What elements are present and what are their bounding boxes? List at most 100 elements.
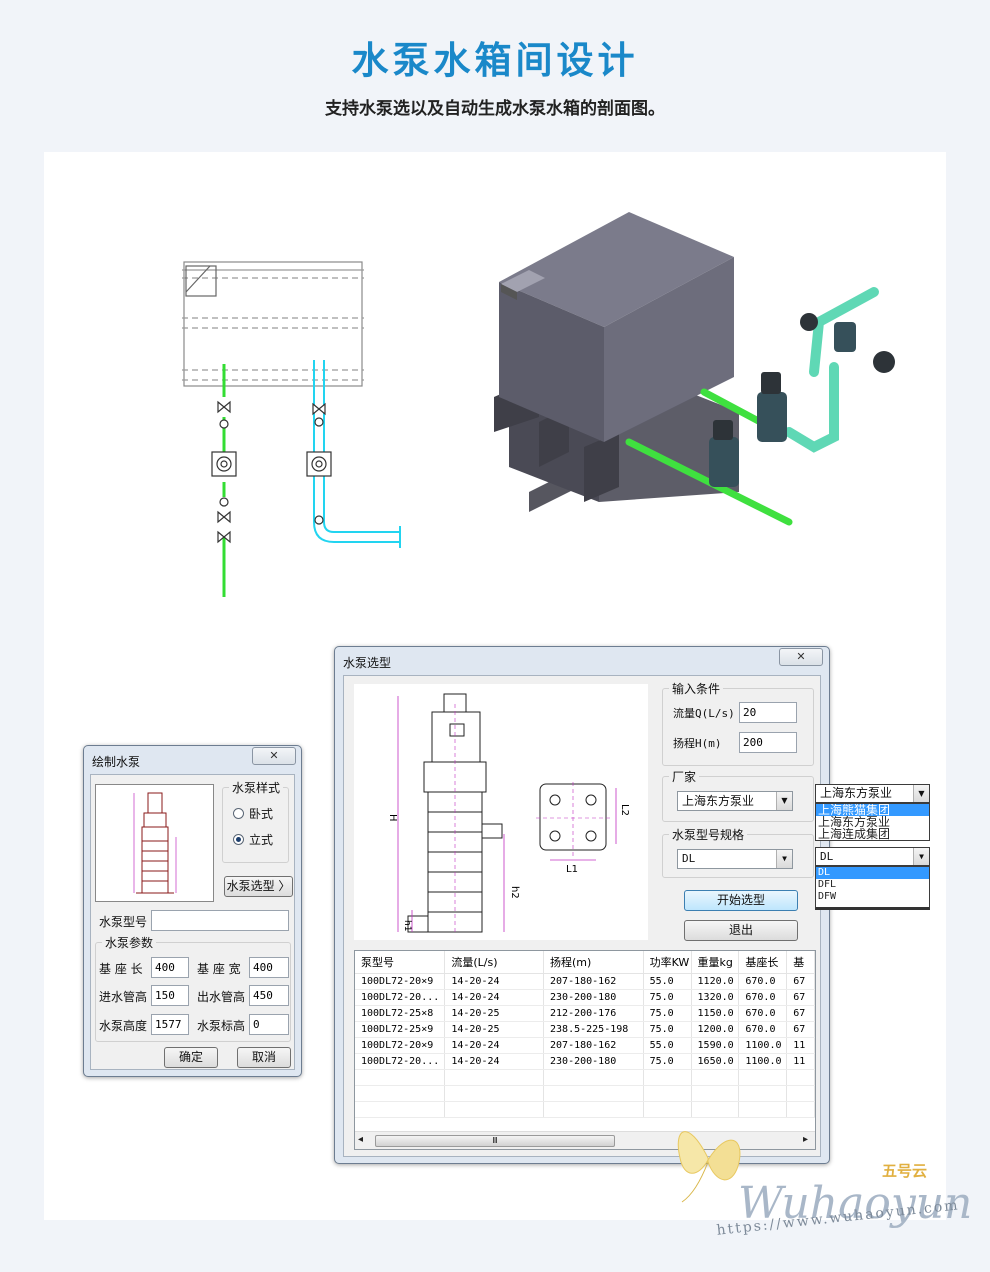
scroll-right-icon[interactable]: ▸ [803, 1134, 808, 1145]
table-cell: 238.5-225-198 [543, 1021, 644, 1038]
table-cell: 100DL72-25×8 [355, 1005, 446, 1022]
flow-label: 流量Q(L/s) [673, 707, 735, 720]
table-cell: 100DL72-20×9 [355, 1037, 446, 1054]
dialog-body: H h2 h1 L1 L2 输入条件 流量Q(L/s) 20 扬程H(m) 20… [343, 675, 821, 1157]
table-cell: 100DL72-20×9 [355, 973, 446, 990]
vertical-pump-icon [133, 792, 177, 894]
model-combo[interactable]: DL ▼ [677, 849, 793, 869]
pump-select-button[interactable]: 水泵选型 〉 [224, 876, 293, 897]
table-row[interactable]: 100DL72-20... 14-20-24 230-200-180 75.0 1320… [355, 989, 815, 1006]
pump-elevation-label: 水泵标高 [197, 1019, 246, 1033]
model-dropdown-list[interactable]: DL DFL DFW [815, 866, 930, 910]
vendor-label: 厂家 [669, 768, 700, 785]
dim-label-h2: h2 [509, 886, 520, 899]
cancel-button[interactable]: 取消 [237, 1047, 291, 1068]
pump-style-group: 水泵样式 卧式 立式 [222, 779, 289, 863]
table-cell: 100DL72-20... [355, 989, 446, 1006]
table-cell: 14-20-24 [444, 973, 545, 990]
table-cell: 55.0 [643, 973, 692, 990]
table-cell: 67 [786, 989, 815, 1006]
column-header[interactable]: 基座长 [738, 951, 788, 974]
table-cell: 55.0 [643, 1037, 692, 1054]
dim-label-L2: L2 [619, 804, 630, 816]
pump-model-label: 水泵型号 [99, 915, 148, 929]
table-cell: 670.0 [738, 1005, 788, 1022]
start-select-button[interactable]: 开始选型 [684, 890, 798, 911]
model-dropdown-combo[interactable]: DL ▼ [815, 847, 930, 866]
page-subtitle: 支持水泵选以及自动生成水泵水箱的剖面图。 [325, 99, 665, 119]
ok-button[interactable]: 确定 [164, 1047, 218, 1068]
table-cell: 207-180-162 [543, 973, 644, 990]
pump-height-field[interactable]: 1577 [151, 1014, 189, 1035]
table-row[interactable]: 100DL72-25×8 14-20-25 212-200-176 75.0 1150.… [355, 1005, 815, 1022]
butterfly-logo [668, 1098, 748, 1208]
close-button[interactable]: ✕ [252, 747, 296, 765]
horizontal-radio[interactable] [233, 808, 244, 819]
table-cell: 67 [786, 973, 815, 990]
table-cell: 75.0 [643, 1053, 692, 1070]
column-header[interactable]: 重量kg [691, 951, 740, 974]
pump-model-field[interactable] [151, 910, 289, 931]
column-header[interactable]: 流量(L/s) [444, 951, 545, 974]
input-conditions-group: 输入条件 流量Q(L/s) 20 扬程H(m) 200 [662, 680, 814, 766]
vendor-combo-value: 上海东方泵业 [682, 794, 755, 808]
scroll-grip: Ⅲ [492, 1136, 498, 1145]
table-row[interactable]: 100DL72-20... 14-20-24 230-200-180 75.0 1650… [355, 1053, 815, 1070]
column-header[interactable]: 功率KW [643, 951, 692, 974]
pump-elevation-field[interactable]: 0 [249, 1014, 289, 1035]
vendor-group: 厂家 上海东方泵业 ▼ [662, 768, 814, 822]
vendor-combo[interactable]: 上海东方泵业 ▼ [677, 791, 793, 811]
close-button[interactable]: ✕ [779, 648, 823, 666]
table-cell: 14-20-24 [444, 989, 545, 1006]
dialog-body: 水泵样式 卧式 立式 水泵选型 〉 水泵型号 水泵参数 基 座 长 400 基 … [90, 774, 295, 1070]
tank-3d-model [494, 212, 895, 526]
table-cell: 11 [786, 1037, 815, 1054]
dropdown-option[interactable]: 上海熊猫集团 [816, 804, 929, 816]
vendor-dropdown-list[interactable]: 上海熊猫集团 上海东方泵业 上海连成集团 [815, 803, 930, 841]
empty-row [355, 1069, 815, 1086]
column-header[interactable]: 扬程(m) [543, 951, 644, 974]
horizontal-label: 卧式 [249, 807, 274, 821]
base-width-field[interactable]: 400 [249, 957, 289, 978]
dialog-title: 水泵选型 [343, 656, 392, 670]
dropdown-option[interactable]: 上海东方泵业 [816, 816, 929, 828]
vertical-label: 立式 [249, 833, 274, 847]
pump-style-label: 水泵样式 [229, 779, 284, 796]
table-cell: 14-20-24 [444, 1053, 545, 1070]
table-cell: 67 [786, 1021, 815, 1038]
table-cell: 670.0 [738, 1021, 788, 1038]
vendor-dropdown-combo[interactable]: 上海东方泵业 ▼ [815, 784, 930, 803]
pump-height-label: 水泵高度 [99, 1019, 148, 1033]
table-cell: 1650.0 [691, 1053, 740, 1070]
dim-label-L1: L1 [566, 864, 578, 875]
dim-label-H: H [387, 814, 398, 822]
column-header[interactable]: 基 [786, 951, 815, 974]
table-row[interactable]: 100DL72-25×9 14-20-25 238.5-225-198 75.0 120… [355, 1021, 815, 1038]
inlet-height-label: 进水管高 [99, 990, 148, 1004]
base-length-field[interactable]: 400 [151, 957, 189, 978]
dropdown-option[interactable]: DFW [816, 891, 929, 903]
dropdown-option[interactable]: 上海连成集团 [816, 828, 929, 840]
table-cell: 1100.0 [738, 1053, 788, 1070]
base-width-label: 基 座 宽 [197, 962, 241, 976]
model-label: 水泵型号规格 [669, 826, 748, 843]
flow-field[interactable]: 20 [739, 702, 797, 723]
table-row[interactable]: 100DL72-20×9 14-20-24 207-180-162 55.0 1120.… [355, 973, 815, 990]
outlet-height-field[interactable]: 450 [249, 985, 289, 1006]
table-cell: 212-200-176 [543, 1005, 644, 1022]
inlet-height-field[interactable]: 150 [151, 985, 189, 1006]
vertical-radio[interactable] [233, 834, 244, 845]
dropdown-option[interactable]: DL [816, 867, 929, 879]
column-header[interactable]: 泵型号 [355, 951, 446, 974]
table-cell: 670.0 [738, 973, 788, 990]
head-field[interactable]: 200 [739, 732, 797, 753]
scroll-thumb[interactable]: Ⅲ [375, 1135, 615, 1147]
table-cell: 14-20-24 [444, 1037, 545, 1054]
exit-button[interactable]: 退出 [684, 920, 798, 941]
dim-label-h1: h1 [402, 920, 412, 931]
scroll-left-icon[interactable]: ◂ [358, 1134, 363, 1145]
page-title: 水泵水箱间设计 [351, 39, 639, 82]
table-row[interactable]: 100DL72-20×9 14-20-24 207-180-162 55.0 1590.… [355, 1037, 815, 1054]
pump-dimension-svg: H h2 h1 L1 L2 [387, 693, 630, 934]
dropdown-option[interactable]: DFL [816, 879, 929, 891]
